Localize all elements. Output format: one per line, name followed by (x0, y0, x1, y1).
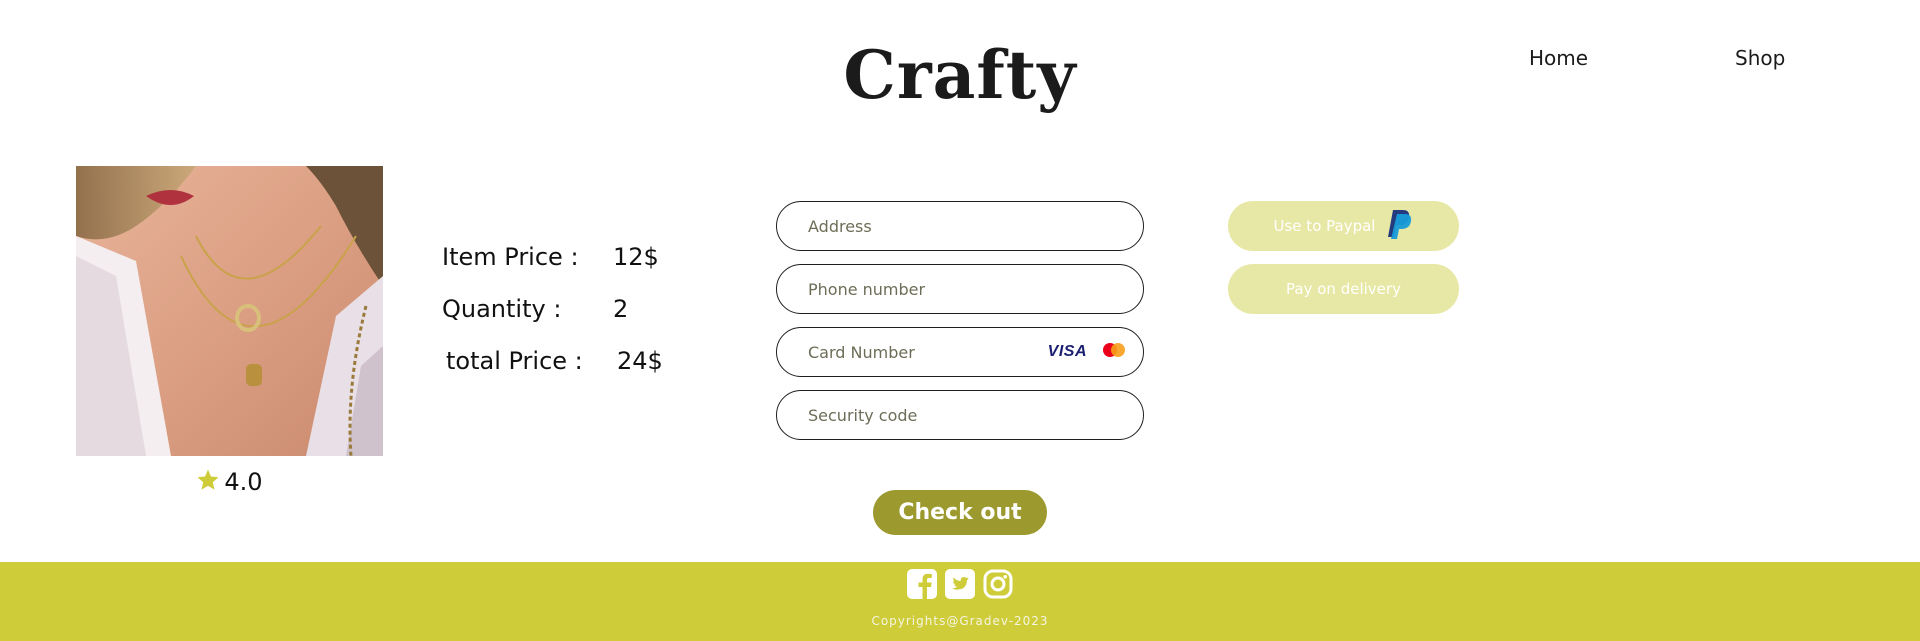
total-price-value: 24$ (617, 347, 663, 375)
facebook-icon[interactable] (906, 568, 938, 600)
security-placeholder: Security code (808, 405, 918, 425)
nav-shop-link[interactable]: Shop (1735, 46, 1785, 70)
card-number-input[interactable]: Card Number VISA (776, 327, 1144, 377)
item-price-label: Item Price : (442, 243, 579, 271)
mastercard-icon (1101, 342, 1127, 362)
brand-logo: Crafty (843, 36, 1077, 114)
social-links (0, 568, 1920, 600)
card-placeholder: Card Number (808, 342, 915, 362)
total-price-label: total Price : (446, 347, 583, 375)
security-code-input[interactable]: Security code (776, 390, 1144, 440)
paypal-button[interactable]: Use to Paypal (1228, 201, 1459, 251)
nav-home-link[interactable]: Home (1529, 46, 1588, 70)
delivery-label: Pay on delivery (1286, 280, 1401, 298)
phone-number-input[interactable]: Phone number (776, 264, 1144, 314)
quantity-value: 2 (613, 295, 629, 323)
visa-logo: VISA (1047, 343, 1087, 360)
total-price-row: total Price : 24$ (446, 347, 663, 375)
rating-value: 4.0 (224, 468, 263, 496)
copyright-text: Copyrights@Gradev-2023 (871, 614, 1049, 628)
product-rating: 4.0 (76, 468, 383, 498)
instagram-icon[interactable] (982, 568, 1014, 600)
item-price-value: 12$ (613, 243, 659, 271)
pay-on-delivery-button[interactable]: Pay on delivery (1228, 264, 1459, 314)
address-input[interactable]: Address (776, 201, 1144, 251)
paypal-label: Use to Paypal (1273, 217, 1376, 235)
product-image (76, 166, 383, 456)
quantity-row: Quantity : 2 (442, 295, 628, 323)
checkout-button[interactable]: Check out (873, 490, 1047, 535)
quantity-label: Quantity : (442, 295, 562, 323)
item-price-row: Item Price : 12$ (442, 243, 659, 271)
phone-placeholder: Phone number (808, 279, 926, 299)
address-placeholder: Address (808, 216, 872, 236)
star-icon (196, 468, 220, 498)
twitter-icon[interactable] (944, 568, 976, 600)
paypal-icon (1385, 208, 1413, 244)
footer: Copyrights@Gradev-2023 (0, 562, 1920, 641)
